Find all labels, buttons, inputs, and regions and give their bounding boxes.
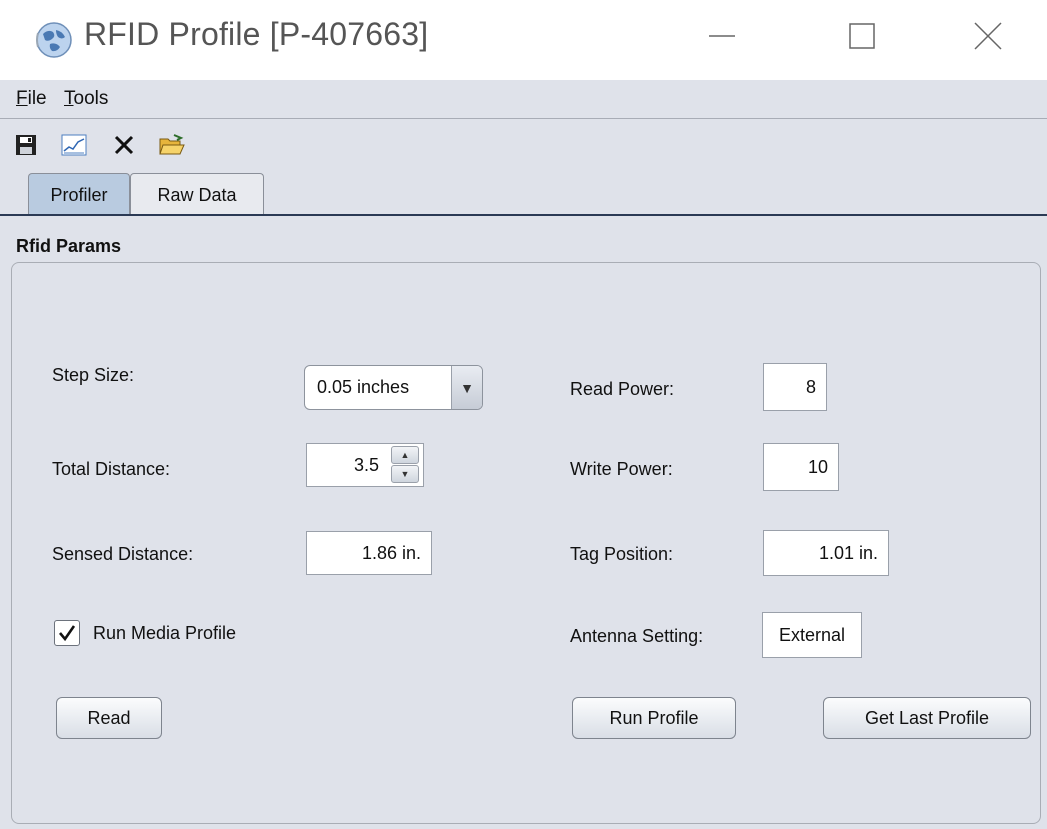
chart-icon[interactable] <box>60 131 88 159</box>
run-media-profile-label: Run Media Profile <box>93 623 237 643</box>
menu-tools[interactable]: Tools <box>64 88 108 110</box>
save-icon[interactable] <box>12 131 40 159</box>
sensed-distance-field: 1.86 in. <box>306 531 432 575</box>
toolbar <box>0 119 1047 169</box>
maximize-button[interactable] <box>837 16 887 56</box>
read-power-field[interactable]: 8 <box>763 363 827 411</box>
sensed-distance-label: Sensed Distance: <box>52 544 194 564</box>
tab-strip: Profiler Raw Data <box>0 169 1047 226</box>
antenna-setting-value: External <box>778 624 846 645</box>
menu-tools-mnemonic: T <box>64 88 74 109</box>
tab-profiler-label: Profiler <box>50 184 108 205</box>
total-distance-spinner[interactable]: 3.5 ▲ ▼ <box>306 443 424 487</box>
window-title: RFID Profile [P-407663] <box>84 16 429 52</box>
menu-bar: File Tools <box>0 80 1047 119</box>
menu-file[interactable]: File <box>16 88 47 110</box>
menu-file-mnemonic: F <box>16 88 28 109</box>
main-panel: Rfid Params Step Size: 0.05 inches ▼ Tot… <box>0 226 1047 829</box>
menu-file-label: ile <box>27 88 47 109</box>
get-last-profile-button[interactable]: Get Last Profile <box>823 697 1031 739</box>
spin-down-icon[interactable]: ▼ <box>391 465 419 483</box>
step-size-value: 0.05 inches <box>317 377 410 397</box>
open-folder-icon[interactable] <box>158 131 186 159</box>
delete-icon[interactable] <box>110 131 138 159</box>
menu-tools-label: ools <box>73 88 109 109</box>
total-distance-label: Total Distance: <box>52 459 171 479</box>
tag-position-value: 1.01 in. <box>818 542 878 563</box>
minimize-button[interactable] <box>697 16 747 56</box>
read-button-label: Read <box>87 707 131 728</box>
chevron-down-icon[interactable]: ▼ <box>451 366 482 409</box>
tab-profiler[interactable]: Profiler <box>28 173 130 216</box>
antenna-setting-field: External <box>762 612 862 658</box>
read-power-value: 8 <box>805 376 816 397</box>
tab-raw-data-label: Raw Data <box>157 184 237 205</box>
read-button[interactable]: Read <box>56 697 162 739</box>
step-size-dropdown[interactable]: 0.05 inches ▼ <box>304 365 483 410</box>
close-button[interactable] <box>963 16 1013 56</box>
rfid-globe-icon <box>34 20 74 60</box>
sensed-distance-value: 1.86 in. <box>361 542 421 563</box>
total-distance-value: 3.5 <box>353 455 379 475</box>
checkmark-icon <box>59 625 76 642</box>
title-bar: RFID Profile [P-407663] <box>0 0 1047 80</box>
write-power-field[interactable]: 10 <box>763 443 839 491</box>
run-profile-button[interactable]: Run Profile <box>572 697 736 739</box>
read-power-label: Read Power: <box>570 379 675 399</box>
tag-position-field: 1.01 in. <box>763 530 889 576</box>
antenna-setting-label: Antenna Setting: <box>570 626 704 646</box>
run-profile-button-label: Run Profile <box>609 707 699 728</box>
spin-up-icon[interactable]: ▲ <box>391 446 419 464</box>
spinner-buttons: ▲ ▼ <box>391 446 421 484</box>
run-media-profile-checkbox[interactable] <box>54 620 80 646</box>
rfid-params-title: Rfid Params <box>16 236 122 256</box>
write-power-label: Write Power: <box>570 459 673 479</box>
tag-position-label: Tag Position: <box>570 544 674 564</box>
tab-raw-data[interactable]: Raw Data <box>130 173 264 216</box>
write-power-value: 10 <box>807 456 828 477</box>
step-size-label: Step Size: <box>52 365 135 385</box>
get-last-profile-button-label: Get Last Profile <box>864 707 990 728</box>
tab-divider <box>0 214 1047 216</box>
